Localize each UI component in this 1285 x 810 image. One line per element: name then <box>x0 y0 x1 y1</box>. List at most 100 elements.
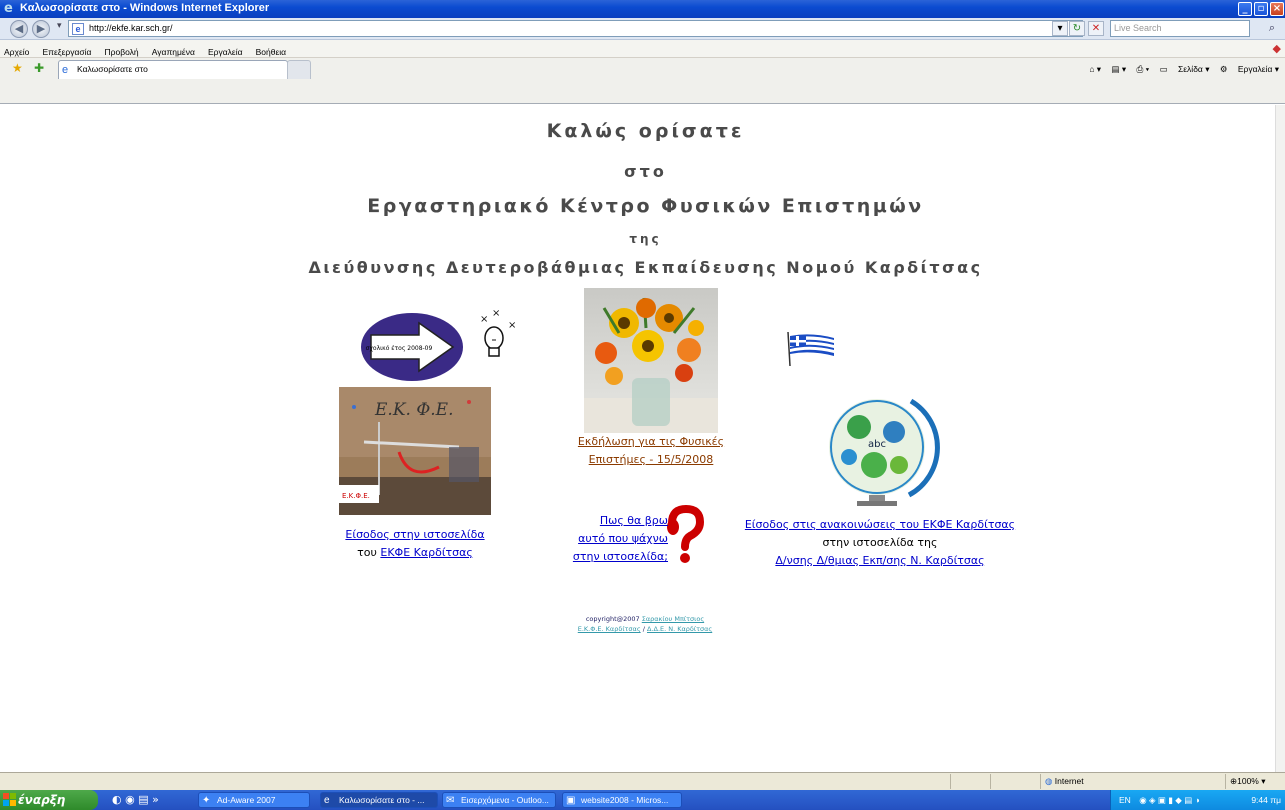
heading-sto: στο <box>624 162 667 181</box>
svg-text:×: × <box>480 314 488 325</box>
search-icon[interactable]: ⌕ <box>1262 21 1282 36</box>
school-year-arrow-image[interactable]: σχολικό έτος 2008-09 <box>361 313 463 381</box>
tab-active[interactable]: e Καλωσορίσατε στο <box>58 60 288 79</box>
lightbulb-icon: × × × <box>478 308 518 365</box>
page-menu-label: Σελίδα <box>1178 64 1203 74</box>
ie-logo-icon: e <box>4 1 13 16</box>
taskbar-ie[interactable]: e Καλωσορίσατε στο - ... <box>320 792 438 808</box>
school-year-label: σχολικό έτος 2008-09 <box>366 345 433 352</box>
recent-pages-dropdown[interactable]: ▾ <box>57 21 62 31</box>
toolbar-addon-icon[interactable]: ◆ <box>1273 42 1281 55</box>
howto-link-line2[interactable]: αυτό που ψάχνω <box>578 532 668 545</box>
directorate-heading: Διεύθυνσης Δευτεροβάθμιας Εκπαίδευσης Νο… <box>308 258 983 277</box>
security-zone[interactable]: ◍ Internet <box>1040 774 1180 789</box>
directorate-link[interactable]: Δ/νσης Δ/θμιας Εκπ/σης Ν. Καρδίτσας <box>775 554 984 567</box>
taskbar-adaware[interactable]: ✦ Ad-Aware 2007 <box>198 792 310 808</box>
language-indicator[interactable]: EN <box>1119 795 1131 805</box>
address-url: http://ekfe.kar.sch.gr/ <box>89 23 173 33</box>
address-dropdown-button[interactable]: ▾ <box>1052 21 1068 36</box>
status-segment <box>950 774 990 789</box>
page-icon: e <box>72 23 84 35</box>
announcements-globe-image[interactable]: abc <box>819 387 940 514</box>
arrow-icon: σχολικό έτος 2008-09 <box>366 321 455 373</box>
start-button[interactable]: έναρξη <box>0 790 98 810</box>
zone-label: Internet <box>1054 776 1084 786</box>
copyright-block: copyright@2007 Σαρακίου Μπίτσιος Ε.Κ.Φ.Ε… <box>520 614 770 634</box>
stop-button[interactable]: ✕ <box>1088 21 1104 36</box>
event-block: Εκδήλωση για τις Φυσικές Επιστήμες - 15/… <box>571 433 731 469</box>
lab-image-text: Ε.Κ. Φ.Ε. <box>374 400 453 420</box>
ie-tab-icon: e <box>62 64 69 76</box>
close-button[interactable]: × <box>1270 2 1284 16</box>
svg-text:×: × <box>508 320 516 331</box>
event-link-line1[interactable]: Εκδήλωση για τις Φυσικές <box>578 435 724 448</box>
welcome-heading: Καλώς ορίσατε <box>546 120 745 142</box>
author-link[interactable]: Σαρακίου Μπίτσιος <box>642 615 704 623</box>
ie-taskbar-icon: e <box>324 795 330 806</box>
tab-label: Καλωσορίσατε στο <box>77 64 148 74</box>
print-icon[interactable]: ⎙ ▾ <box>1137 64 1150 74</box>
windows-logo-icon <box>3 793 16 806</box>
ie-window: e Καλωσορίσατε στο - Windows Internet Ex… <box>0 0 1285 810</box>
greek-flag-image <box>786 330 836 367</box>
entry-block: Είσοδος στην ιστοσελίδα του ΕΚΦΕ Καρδίτσ… <box>318 526 512 562</box>
tools-menu-button[interactable]: ⚙ Εργαλεία ▾ <box>1220 64 1279 74</box>
windows-taskbar: έναρξη ◐ ◉ ▤ » ✦ Ad-Aware 2007 e Καλωσορίσ… <box>0 790 1285 810</box>
zoom-control[interactable]: ⊕100% ▾ <box>1225 774 1285 789</box>
announcements-block: Είσοδος στις ανακοινώσεις του ΕΚΦΕ Καρδί… <box>735 516 1025 570</box>
svg-text:×: × <box>492 310 500 319</box>
adaware-icon: ✦ <box>202 795 211 806</box>
minimize-button[interactable]: _ <box>1238 2 1252 16</box>
ekfe-karditsa-link[interactable]: ΕΚΦΕ Καρδίτσας <box>380 546 472 559</box>
vertical-scrollbar[interactable] <box>1275 105 1285 772</box>
window-title: Καλωσορίσατε στο - Windows Internet Expl… <box>20 2 270 14</box>
status-bar: ◍ Internet ⊕100% ▾ <box>0 772 1285 790</box>
page-menu-button[interactable]: ▭ Σελίδα ▾ <box>1160 64 1210 74</box>
heading-tis: της <box>629 232 662 246</box>
title-bar: e Καλωσορίσατε στο - Windows Internet Ex… <box>0 0 1285 18</box>
tools-menu-label: Εργαλεία <box>1237 64 1273 74</box>
event-link-line2[interactable]: Επιστήμες - 15/5/2008 <box>589 453 714 466</box>
start-label: έναρξη <box>18 793 66 807</box>
command-bar: ⌂ ▾ ▤ ▾ ⎙ ▾ ▭ Σελίδα ▾ ⚙ Εργαλεία ▾ <box>1081 60 1279 78</box>
howto-link-line1[interactable]: Πως θα βρω <box>600 514 668 527</box>
taskbar-outlook[interactable]: ✉ Εισερχόμενα - Outloo... <box>442 792 556 808</box>
outlook-icon: ✉ <box>446 795 455 806</box>
status-segment <box>990 774 1040 789</box>
question-mark-icon <box>664 504 705 565</box>
announcements-line2: στην ιστοσελίδα της <box>822 536 938 549</box>
quicklaunch-icons[interactable]: ◐ ◉ ▤ » <box>112 793 159 806</box>
entry-prefix: του <box>357 546 381 559</box>
howto-block: Πως θα βρω αυτό που ψάχνω στην ιστοσελίδ… <box>548 512 668 566</box>
lab-sign-text: Ε.Κ.Φ.Ε. <box>342 492 370 500</box>
entry-website-link[interactable]: Είσοδος στην ιστοσελίδα <box>345 528 484 541</box>
maximize-button[interactable]: ▫ <box>1254 2 1268 16</box>
copyright-ekfe-link[interactable]: Ε.Κ.Φ.Ε. Καρδίτσας <box>578 625 641 633</box>
center-heading: Εργαστηριακό Κέντρο Φυσικών Επιστημών <box>367 195 924 217</box>
publisher-icon: ▣ <box>566 795 576 806</box>
taskbar-publisher-label: website2008 - Micros... <box>581 795 669 805</box>
menu-bar: Αρχείο Επεξεργασία Προβολή Αγαπημένα Εργ… <box>0 40 1285 58</box>
zoom-level: 100% <box>1237 776 1259 786</box>
clock: 9:44 πμ <box>1251 795 1281 805</box>
refresh-button[interactable]: ↻ <box>1069 21 1085 36</box>
home-icon[interactable]: ⌂ ▾ <box>1089 64 1101 74</box>
tray-icons[interactable]: ◉ ◈ ▣ ▮ ◆ ▤ ◑ <box>1139 795 1200 805</box>
back-button[interactable]: ◀ <box>10 20 28 38</box>
flowers-event-image[interactable] <box>584 288 718 433</box>
lab-equipment-image[interactable]: Ε.Κ. Φ.Ε. Ε.Κ.Φ.Ε. <box>339 387 491 515</box>
forward-button[interactable]: ▶ <box>32 20 50 38</box>
address-input[interactable]: e http://ekfe.kar.sch.gr/ <box>68 20 1083 37</box>
live-search-input[interactable]: Live Search <box>1110 20 1250 37</box>
add-favorite-icon[interactable]: ✚ <box>34 61 44 75</box>
svg-text:abc: abc <box>868 439 886 450</box>
new-tab-button[interactable] <box>287 60 311 79</box>
tab-bar: ★ ✚ e Καλωσορίσατε στο ⌂ ▾ ▤ ▾ ⎙ ▾ ▭ Σελ… <box>0 58 1285 104</box>
favorites-star-icon[interactable]: ★ <box>12 61 23 75</box>
taskbar-publisher[interactable]: ▣ website2008 - Micros... <box>562 792 682 808</box>
taskbar-outlook-label: Εισερχόμενα - Outloo... <box>461 795 549 805</box>
howto-link-line3[interactable]: στην ιστοσελίδα; <box>573 550 668 563</box>
announcements-link[interactable]: Είσοδος στις ανακοινώσεις του ΕΚΦΕ Καρδί… <box>745 518 1015 531</box>
copyright-dde-link[interactable]: Δ.Δ.Ε. Ν. Καρδίτσας <box>647 625 712 633</box>
feeds-icon[interactable]: ▤ ▾ <box>1111 64 1126 74</box>
